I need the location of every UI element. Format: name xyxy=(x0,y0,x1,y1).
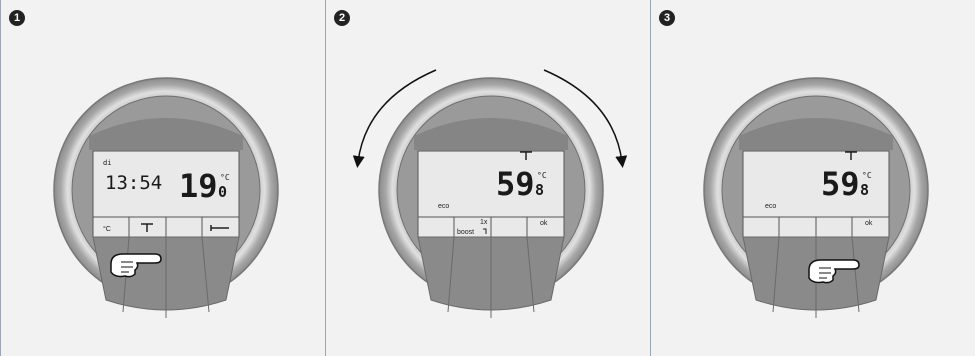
lcd-unit: °C xyxy=(220,173,230,182)
lcd-temp-decimal: 8 xyxy=(535,181,544,199)
lcd-temp-main: 59 xyxy=(496,165,535,203)
lcd-temp-main: 59 xyxy=(821,165,860,203)
step-panel-1: di 13:54 19 0 °C °C 1 xyxy=(0,0,324,356)
step-1-illustration: di 13:54 19 0 °C °C xyxy=(53,77,279,318)
step-number-badge: 2 xyxy=(334,10,350,26)
step-number-badge: 3 xyxy=(659,10,675,26)
step-panel-2: 59 8 °C eco boost 1x ok 2 xyxy=(325,0,649,356)
lcd-mode: eco xyxy=(438,203,449,210)
boost-button-label: boost xyxy=(457,229,474,236)
lcd-unit: °C xyxy=(862,171,872,180)
lcd-unit: °C xyxy=(537,171,547,180)
ok-button-label: ok xyxy=(540,220,548,227)
step-2-illustration: 59 8 °C eco boost 1x ok xyxy=(352,69,628,318)
ok-button-label: ok xyxy=(865,220,873,227)
lcd-mode: eco xyxy=(765,203,776,210)
button-temp-label: °C xyxy=(103,225,111,233)
lcd-temp-decimal: 0 xyxy=(218,183,227,201)
lcd-temp-decimal: 8 xyxy=(860,181,869,199)
step-number-badge: 1 xyxy=(9,10,25,26)
boost-count: 1x xyxy=(480,219,488,226)
step-panel-3: 59 8 °C eco ok 3 xyxy=(650,0,975,356)
step-3-illustration: 59 8 °C eco ok xyxy=(703,77,929,318)
lcd-time: 13:54 xyxy=(105,172,162,194)
lcd-day: di xyxy=(103,159,111,167)
lcd-temp-main: 19 xyxy=(179,167,218,205)
instruction-figure: di 13:54 19 0 °C °C 1 59 8 °C eco boost … xyxy=(0,0,975,356)
